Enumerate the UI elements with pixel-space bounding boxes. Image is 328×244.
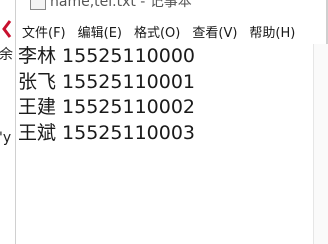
menu-bar: 文件(F) 编辑(E) 格式(O) 查看(V) 帮助(H)	[16, 18, 328, 44]
menu-help[interactable]: 帮助(H)	[243, 22, 301, 41]
background-text-fragment: 余	[0, 47, 13, 63]
vertical-scrollbar[interactable]	[313, 44, 328, 244]
text-editor-area[interactable]: 李林 15525110000 张飞 15525110001 王建 1552511…	[16, 44, 310, 244]
text-line: 李林 15525110000	[18, 45, 196, 67]
background-text-fragment: 'y	[0, 130, 12, 146]
menu-file[interactable]: 文件(F)	[16, 22, 72, 41]
red-arrow-icon	[2, 20, 12, 38]
notepad-icon	[30, 0, 46, 10]
text-line: 王斌 15525110003	[18, 121, 196, 144]
window-title: name,tel.txt - 记事本	[50, 0, 192, 10]
menu-edit[interactable]: 编辑(E)	[72, 22, 128, 41]
menu-view[interactable]: 查看(V)	[186, 22, 243, 41]
background-window-strip: 余 'y	[0, 0, 16, 244]
notepad-window: name,tel.txt - 记事本 文件(F) 编辑(E) 格式(O) 查看(…	[16, 0, 328, 244]
text-line: 王建 15525110002	[18, 96, 196, 118]
title-bar[interactable]: name,tel.txt - 记事本	[16, 0, 328, 18]
menu-format[interactable]: 格式(O)	[128, 22, 186, 41]
text-line: 张飞 15525110001	[18, 70, 196, 93]
